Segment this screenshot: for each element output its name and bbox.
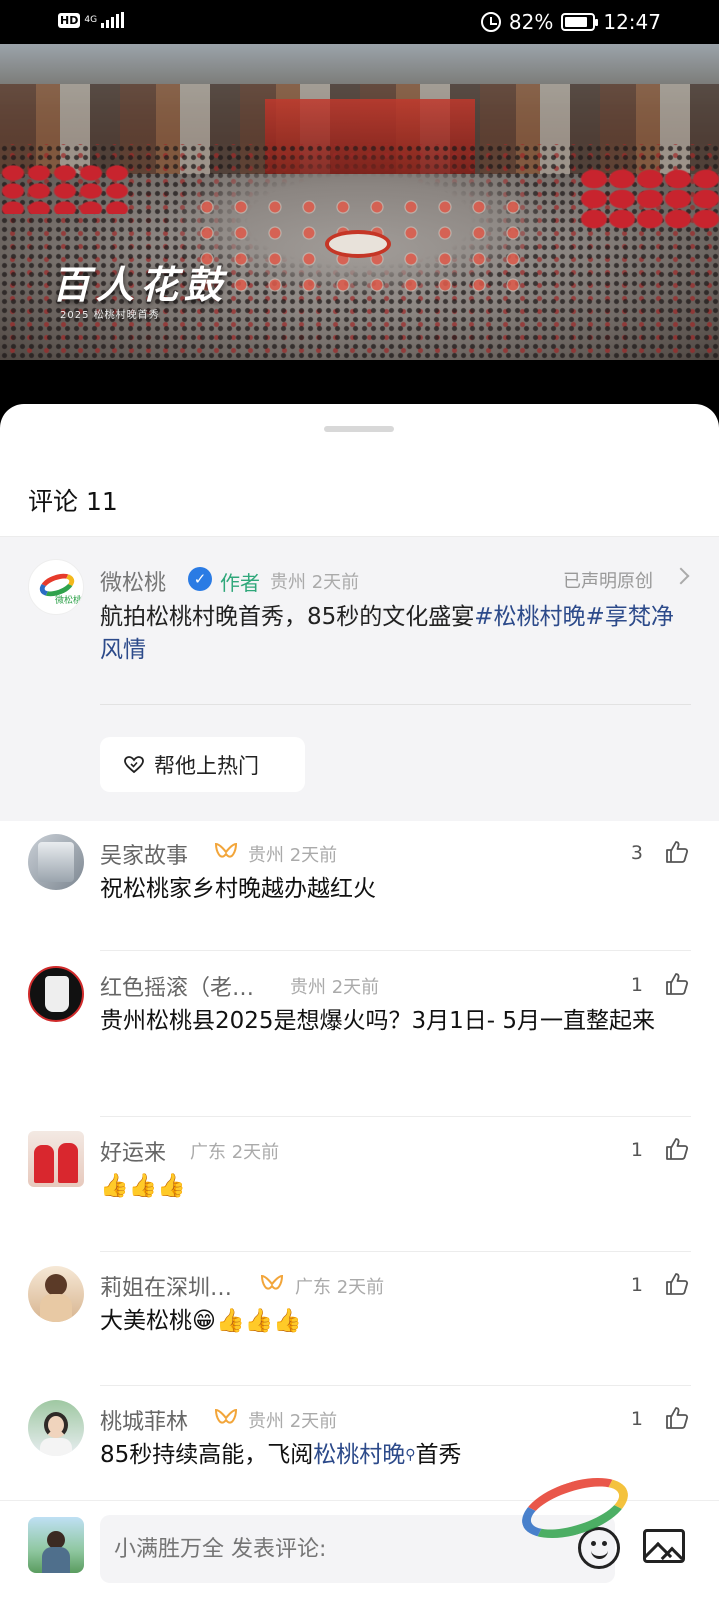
divider <box>100 950 691 951</box>
drag-handle[interactable] <box>324 426 394 432</box>
comment-meta: 贵州 2天前 <box>248 1407 337 1433</box>
comment-meta: 广东 2天前 <box>295 1273 384 1299</box>
verified-icon: ✓ <box>188 567 212 591</box>
chevron-right-icon <box>672 567 690 585</box>
status-right: 82% 12:47 <box>480 10 661 34</box>
author-name[interactable]: 微松桃 <box>100 565 166 597</box>
hashtag-link[interactable]: #松桃村晚# <box>474 604 605 630</box>
comment-meta: 贵州 2天前 <box>248 841 337 867</box>
keyword-link[interactable]: 松桃村晚 <box>313 1442 405 1468</box>
my-avatar[interactable] <box>28 1517 84 1573</box>
comment-region: 广东 <box>295 1277 331 1298</box>
battery-percent: 82% <box>508 10 554 34</box>
network-label: 4G <box>84 14 98 25</box>
clock: 12:47 <box>603 10 661 34</box>
comment-region: 广东 <box>190 1142 226 1163</box>
like-count: 1 <box>630 1139 643 1161</box>
status-bar: HD 4G 82% 12:47 <box>0 0 719 44</box>
author-region: 贵州 <box>270 572 306 593</box>
comment-region: 贵州 <box>248 1411 284 1432</box>
comment-count: 评论 11 <box>28 487 118 516</box>
like-count: 1 <box>630 1408 643 1430</box>
boost-button[interactable]: 帮他上热门 <box>100 737 305 792</box>
comment-region: 贵州 <box>248 845 284 866</box>
comment-time: 2天前 <box>289 845 338 866</box>
thumbs-up-icon[interactable] <box>665 1272 689 1296</box>
video-umbrellas-right <box>580 169 719 229</box>
comment-meta: 广东 2天前 <box>190 1138 279 1164</box>
emoji-icon[interactable] <box>578 1527 620 1569</box>
comment-text: 大美松桃😁👍👍👍 <box>100 1308 302 1334</box>
video-subtitle-overlay: 2025 松桃村晚首秀 <box>60 310 160 321</box>
logo-text: 微松桃 <box>55 596 83 606</box>
comment-user-name[interactable]: 桃城菲林 <box>100 1404 188 1436</box>
like-count: 3 <box>630 842 643 864</box>
comment-time: 2天前 <box>331 977 380 998</box>
comment-text: 贵州松桃县2025是想爆火吗？3月1日- 5月一直整起来 <box>100 1008 656 1034</box>
thumbs-up-icon[interactable] <box>665 840 689 864</box>
alarm-icon <box>480 12 501 32</box>
author-time: 2天前 <box>311 572 360 593</box>
comment-item: 好运来 广东 2天前 1 👍👍👍 <box>0 1117 719 1252</box>
comment-item: 吴家故事 贵州 2天前 3 祝松桃家乡村晚越办越红火 <box>0 822 719 952</box>
battery-icon <box>561 13 599 31</box>
status-left: HD 4G <box>58 12 125 28</box>
comment-meta: 贵州 2天前 <box>290 973 379 999</box>
fan-badge-icon <box>214 842 238 858</box>
user-avatar[interactable] <box>28 1400 84 1456</box>
boost-button-label: 帮他上热门 <box>154 753 259 778</box>
video-center-drum <box>325 230 391 258</box>
heart-icon <box>124 755 144 773</box>
thumbs-up-icon[interactable] <box>665 1137 689 1161</box>
video-letterbox <box>0 360 719 406</box>
author-avatar[interactable]: 微松桃 <box>28 559 84 615</box>
author-tag: 作者 <box>220 571 260 595</box>
author-post-text: 航拍松桃村晚首秀，85秒的文化盛宴#松桃村晚#享梵净风情 <box>100 601 690 667</box>
comment-text-pre: 85秒持续高能，飞阅 <box>100 1442 314 1468</box>
video-umbrellas-left <box>0 164 130 214</box>
post-text: 航拍松桃村晚首秀，85秒的文化盛宴 <box>100 604 475 630</box>
comment-user-name[interactable]: 好运来 <box>100 1135 166 1167</box>
fan-badge-icon <box>214 1408 238 1424</box>
comment-region: 贵州 <box>290 977 326 998</box>
signal-icon <box>101 12 125 28</box>
comment-time: 2天前 <box>289 1411 338 1432</box>
user-avatar[interactable] <box>28 1266 84 1322</box>
comment-text-post: 首秀 <box>415 1442 462 1468</box>
comment-time: 2天前 <box>231 1142 280 1163</box>
thumbs-up-icon[interactable] <box>665 1406 689 1430</box>
comment-text: 祝松桃家乡村晚越办越红火 <box>100 876 376 902</box>
comment-user-name[interactable]: 红色摇滚（老… <box>100 970 254 1002</box>
video-player[interactable]: 百人花鼓 2025 松桃村晚首秀 <box>0 44 719 360</box>
divider <box>100 704 691 705</box>
comment-sheet: 评论 11 微松桃 微松桃 ✓ 作者 贵州 2天前 已声明原创 航拍松桃村晚首秀… <box>0 404 719 1600</box>
comment-text: 85秒持续高能，飞阅松桃村晚⚲首秀 <box>100 1438 690 1473</box>
original-declared-link[interactable]: 已声明原创 <box>563 567 653 593</box>
comment-user-name[interactable]: 莉姐在深圳… <box>100 1270 232 1302</box>
user-avatar[interactable] <box>28 966 84 1022</box>
comment-user-name[interactable]: 吴家故事 <box>100 838 188 870</box>
comment-item: 莉姐在深圳… 广东 2天前 1 大美松桃😁👍👍👍 <box>0 1252 719 1386</box>
image-icon[interactable] <box>643 1529 685 1563</box>
thumbs-up-icon[interactable] <box>665 972 689 996</box>
battery-fill <box>565 17 587 27</box>
user-avatar[interactable] <box>28 1131 84 1187</box>
comment-text: 👍👍👍 <box>100 1173 186 1199</box>
fan-badge-icon <box>260 1274 284 1290</box>
network-type: 4G <box>84 14 98 25</box>
hd-badge: HD <box>58 12 81 28</box>
like-count: 1 <box>630 1274 643 1296</box>
comment-item: 红色摇滚（老… 贵州 2天前 1 贵州松桃县2025是想爆火吗？3月1日- 5月… <box>0 952 719 1117</box>
comment-time: 2天前 <box>336 1277 385 1298</box>
user-avatar[interactable] <box>28 834 84 890</box>
author-meta: 贵州 2天前 <box>270 568 359 594</box>
like-count: 1 <box>630 974 643 996</box>
video-title-overlay: 百人花鼓 <box>52 262 229 307</box>
author-post: 微松桃 微松桃 ✓ 作者 贵州 2天前 已声明原创 航拍松桃村晚首秀，85秒的文… <box>0 537 719 821</box>
search-icon[interactable]: ⚲ <box>405 1447 415 1463</box>
